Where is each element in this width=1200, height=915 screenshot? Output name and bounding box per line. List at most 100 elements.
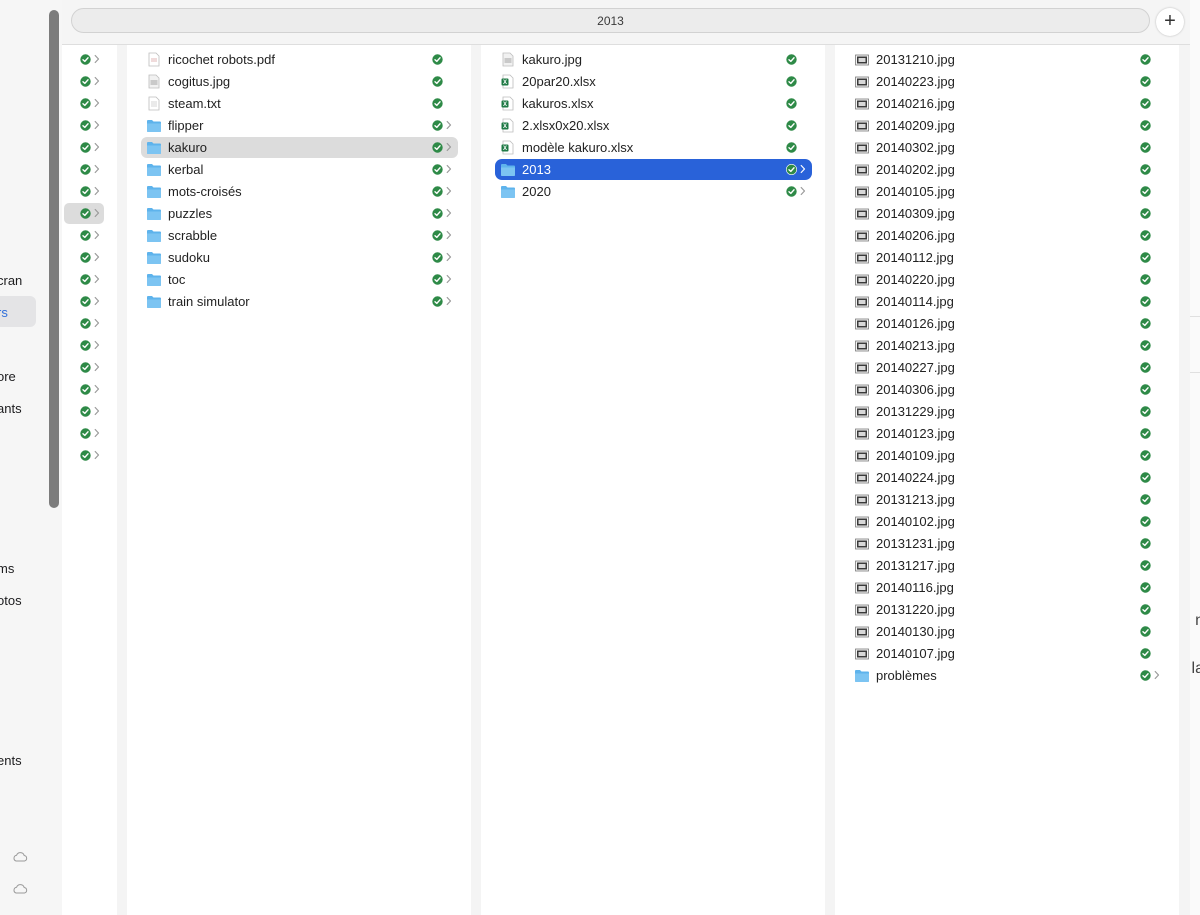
list-item[interactable] (64, 247, 104, 268)
list-item[interactable]: puzzles (141, 203, 458, 224)
sidebar-item-3[interactable]: ore (0, 369, 16, 384)
tab-2013[interactable]: 2013 (71, 8, 1150, 33)
sidebar-item-6[interactable]: otos (0, 593, 22, 608)
list-item[interactable]: kerbal (141, 159, 458, 180)
sidebar-item-4[interactable]: ants (0, 401, 22, 416)
sidebar-item-7[interactable]: ents (0, 753, 22, 768)
file-name: 20140107.jpg (876, 646, 955, 661)
list-item[interactable] (64, 401, 104, 422)
list-item[interactable] (64, 335, 104, 356)
list-item[interactable] (64, 137, 104, 158)
list-item[interactable] (64, 93, 104, 114)
list-item[interactable]: 20140309.jpg (849, 203, 1166, 224)
list-item[interactable]: 20140223.jpg (849, 71, 1166, 92)
sidebar-item-2[interactable]: rs (0, 305, 8, 320)
list-item[interactable]: 20140220.jpg (849, 269, 1166, 290)
list-item[interactable]: 20140130.jpg (849, 621, 1166, 642)
list-item[interactable]: 20140306.jpg (849, 379, 1166, 400)
list-item[interactable] (64, 423, 104, 444)
list-item[interactable]: 20140209.jpg (849, 115, 1166, 136)
synced-check-icon (80, 318, 91, 329)
list-item[interactable]: kakuro (141, 137, 458, 158)
column-0 (62, 45, 117, 915)
list-item[interactable]: flipper (141, 115, 458, 136)
list-item[interactable] (64, 357, 104, 378)
column-divider[interactable] (1179, 45, 1190, 915)
list-item[interactable]: problèmes (849, 665, 1166, 686)
synced-check-icon (1140, 406, 1151, 417)
synced-check-icon (786, 76, 797, 87)
list-item[interactable]: train simulator (141, 291, 458, 312)
list-item[interactable]: 2020 (495, 181, 812, 202)
list-item[interactable] (64, 445, 104, 466)
list-item[interactable]: Xkakuros.xlsx (495, 93, 812, 114)
list-item[interactable]: 20140126.jpg (849, 313, 1166, 334)
chevron-right-icon (446, 230, 452, 240)
list-item[interactable]: 20140206.jpg (849, 225, 1166, 246)
list-item[interactable] (64, 379, 104, 400)
list-item[interactable]: sudoku (141, 247, 458, 268)
cloud-icon[interactable] (12, 884, 28, 894)
sidebar-scrollbar[interactable] (49, 10, 59, 508)
list-item[interactable]: 20140227.jpg (849, 357, 1166, 378)
list-item[interactable]: ricochet robots.pdf (141, 49, 458, 70)
list-item[interactable]: 20140105.jpg (849, 181, 1166, 202)
list-item[interactable]: 20140107.jpg (849, 643, 1166, 664)
list-item[interactable] (64, 291, 104, 312)
list-item[interactable]: 20140112.jpg (849, 247, 1166, 268)
folder-icon (147, 186, 161, 198)
list-item[interactable]: 20140114.jpg (849, 291, 1166, 312)
list-item[interactable]: 20140213.jpg (849, 335, 1166, 356)
list-item[interactable]: toc (141, 269, 458, 290)
folder-icon (855, 670, 869, 682)
chevron-right-icon (94, 362, 100, 372)
list-item[interactable] (64, 313, 104, 334)
list-item[interactable]: 20140224.jpg (849, 467, 1166, 488)
file-name: puzzles (168, 206, 213, 221)
list-item[interactable]: scrabble (141, 225, 458, 246)
list-item[interactable]: kakuro.jpg (495, 49, 812, 70)
list-item[interactable]: 20140216.jpg (849, 93, 1166, 114)
list-item[interactable] (64, 115, 104, 136)
list-item[interactable]: 20140102.jpg (849, 511, 1166, 532)
file-name: 20140223.jpg (876, 74, 955, 89)
list-item[interactable]: X 2.xlsx0x20.xlsx (495, 115, 812, 136)
list-item[interactable] (64, 49, 104, 70)
list-item[interactable]: X 20par20.xlsx (495, 71, 812, 92)
list-item[interactable] (64, 203, 104, 224)
synced-check-icon (80, 186, 91, 197)
thumbnail-icon (855, 494, 869, 506)
column-divider[interactable] (471, 45, 481, 915)
list-item[interactable] (64, 225, 104, 246)
list-item[interactable]: 20131231.jpg (849, 533, 1166, 554)
list-item[interactable]: 20131210.jpg (849, 49, 1166, 70)
list-item[interactable]: 20131217.jpg (849, 555, 1166, 576)
folder-icon (501, 186, 515, 198)
list-item[interactable]: mots-croisés (141, 181, 458, 202)
list-item[interactable]: 20140123.jpg (849, 423, 1166, 444)
sidebar-item-5[interactable]: ms (0, 561, 14, 576)
list-item[interactable]: 20140109.jpg (849, 445, 1166, 466)
list-item[interactable] (64, 71, 104, 92)
list-item[interactable] (64, 269, 104, 290)
cloud-icon[interactable] (12, 852, 28, 862)
list-item[interactable] (64, 159, 104, 180)
chevron-right-icon (94, 384, 100, 394)
list-item[interactable]: 20131213.jpg (849, 489, 1166, 510)
list-item[interactable]: 20140202.jpg (849, 159, 1166, 180)
list-item[interactable]: 20140116.jpg (849, 577, 1166, 598)
file-name: 20140116.jpg (876, 580, 954, 595)
list-item[interactable] (64, 181, 104, 202)
column-divider[interactable] (117, 45, 127, 915)
new-tab-button[interactable]: + (1156, 8, 1184, 36)
list-item[interactable]: steam.txt (141, 93, 458, 114)
list-item[interactable]: 20131220.jpg (849, 599, 1166, 620)
list-item[interactable]: 2013 (495, 159, 812, 180)
list-item[interactable]: cogitus.jpg (141, 71, 458, 92)
excel-file-icon: X (501, 140, 514, 155)
sidebar-item-1[interactable]: cran (0, 273, 22, 288)
list-item[interactable]: 20131229.jpg (849, 401, 1166, 422)
list-item[interactable]: 20140302.jpg (849, 137, 1166, 158)
list-item[interactable]: Xmodèle kakuro.xlsx (495, 137, 812, 158)
column-divider[interactable] (825, 45, 835, 915)
